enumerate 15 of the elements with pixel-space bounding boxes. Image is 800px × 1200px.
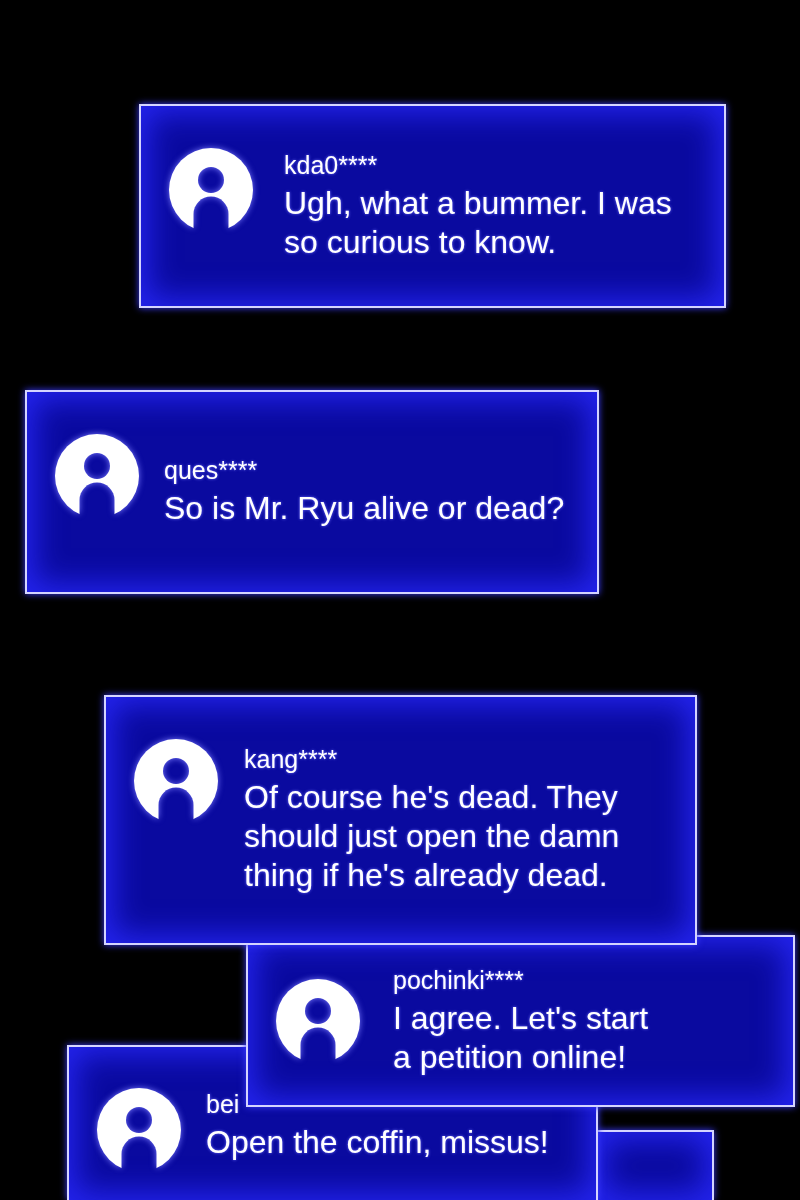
username: ques**** [164,456,258,484]
username: pochinki**** [393,965,524,994]
username: bei [206,1089,240,1118]
user-avatar-icon [276,979,360,1063]
comment-text: Ugh, what a bummer. I was so curious to know. [284,183,673,262]
comment-text: So is Mr. Ryu alive or dead? [164,489,565,528]
username: kda0**** [284,150,378,179]
comment-text: Of course he's dead. They should just open the damn thing if he's already dead. [244,778,621,895]
user-avatar-icon [55,434,139,518]
username: kang**** [244,745,338,773]
user-avatar-icon [169,148,253,232]
comment-text: I agree. Let's start a petition online! [393,998,650,1077]
user-avatar-icon [97,1088,181,1172]
user-avatar-icon [134,739,218,823]
comment-text: Open the coffin, missus! [206,1122,549,1162]
